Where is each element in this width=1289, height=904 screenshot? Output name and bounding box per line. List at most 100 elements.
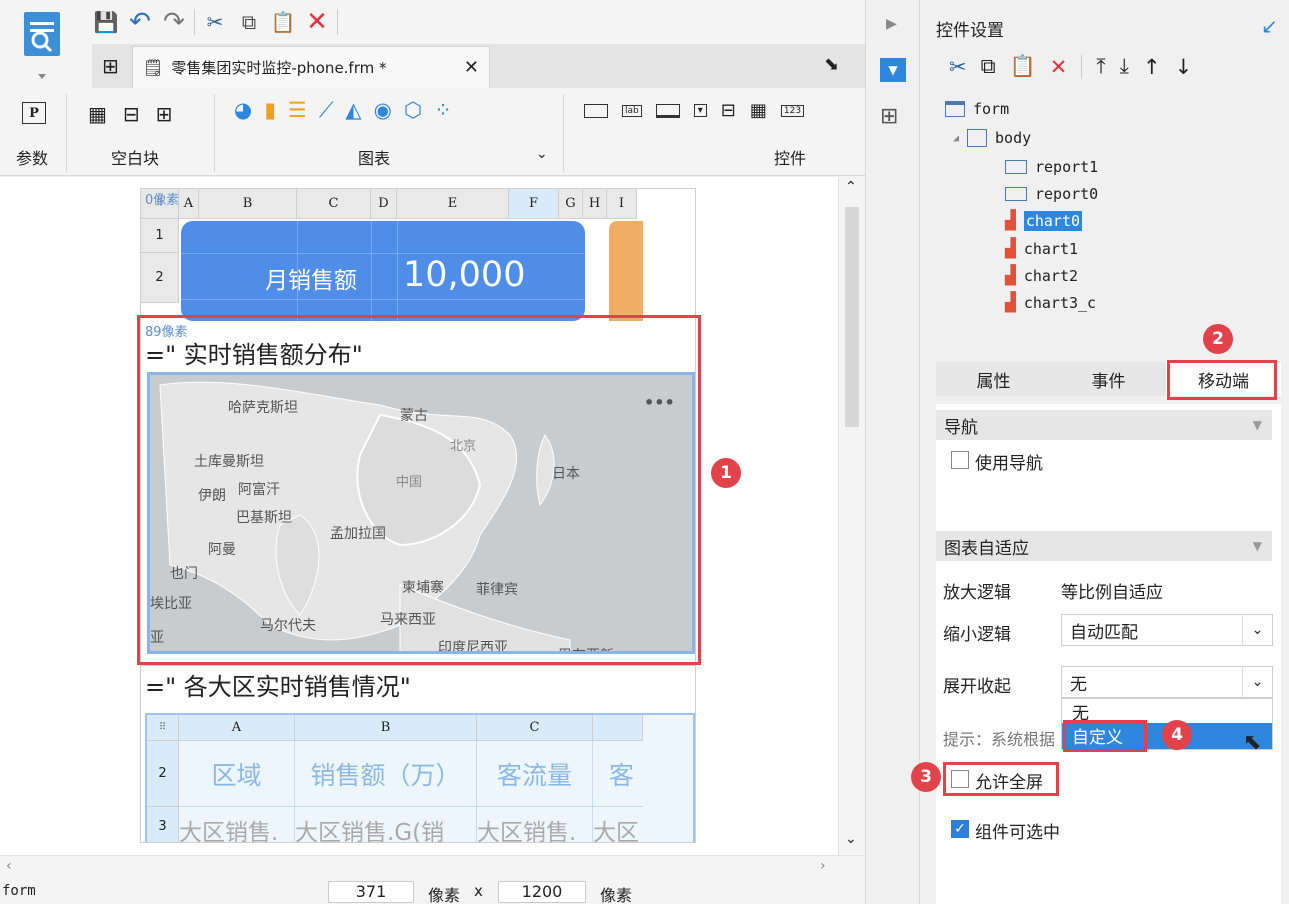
- orange-card[interactable]: [609, 221, 643, 321]
- move-down-icon[interactable]: ↓: [1175, 55, 1193, 79]
- cut-icon[interactable]: ✂: [201, 8, 229, 36]
- tree-item-chart0[interactable]: ▟ chart0: [1005, 210, 1083, 231]
- bar-chart-icon[interactable]: ▮: [264, 98, 276, 123]
- section-chart-adapt[interactable]: 图表自适应 ▼: [936, 531, 1272, 561]
- expand-right-icon[interactable]: ▶: [886, 16, 897, 32]
- file-tab-strip: ⊞ 🗒 零售集团实时监控-phone.frm * ✕ ⬊: [92, 44, 865, 88]
- section-navigation[interactable]: 导航 ▼: [936, 410, 1272, 440]
- report-icon: [1005, 187, 1027, 201]
- side-strip: ▶ ▼ ⊞: [865, 0, 920, 904]
- move-top-icon[interactable]: ⤒: [1096, 54, 1105, 79]
- zoom-out-select[interactable]: 自动匹配 ⌄: [1061, 614, 1273, 646]
- row-header: 3: [147, 807, 179, 842]
- scroll-right-icon[interactable]: ›: [820, 858, 826, 874]
- tree-item-form[interactable]: form: [945, 100, 1009, 118]
- form-icon: [945, 101, 965, 117]
- list-widget-icon[interactable]: ⊟: [721, 100, 736, 121]
- component-panel-icon[interactable]: ⊞: [880, 104, 898, 129]
- collapse-panel-icon[interactable]: ↙: [1261, 14, 1278, 38]
- col-header: C: [477, 715, 593, 741]
- chart-icon: ▟: [1005, 210, 1016, 231]
- widget-settings-icon[interactable]: ▼: [880, 58, 906, 82]
- tree-item-chart3[interactable]: ▟ chart3_c: [1005, 292, 1096, 313]
- scatter-chart-icon[interactable]: ⁘: [434, 98, 452, 123]
- file-tab-label: 零售集团实时监控-phone.frm *: [171, 59, 387, 77]
- use-nav-checkbox[interactable]: [951, 451, 969, 469]
- col-header: C: [297, 189, 371, 219]
- chevron-down-icon[interactable]: ▼: [1253, 418, 1262, 432]
- number-widget-icon[interactable]: 123: [780, 104, 805, 117]
- collapse-triangle-icon[interactable]: ◢: [953, 133, 959, 144]
- col-header: A: [179, 715, 295, 741]
- dropdown-widget-icon[interactable]: ▾: [693, 104, 707, 117]
- date-widget-icon[interactable]: ▦: [750, 100, 767, 121]
- table-header-cell: 客: [593, 741, 643, 807]
- hbar-chart-icon[interactable]: ☰: [288, 98, 307, 123]
- chevron-down-icon: ⌄: [1242, 615, 1272, 645]
- file-tab[interactable]: 🗒 零售集团实时监控-phone.frm * ✕: [132, 46, 490, 88]
- scroll-down-icon[interactable]: ⌄: [845, 831, 857, 847]
- scroll-thumb[interactable]: [845, 207, 859, 427]
- tree-item-chart1[interactable]: ▟ chart1: [1005, 238, 1078, 259]
- chart-icon: ▟: [1005, 238, 1016, 259]
- grid-layout-icon[interactable]: ⊞: [156, 102, 173, 126]
- scroll-left-icon[interactable]: ‹: [6, 858, 12, 874]
- line-chart-icon[interactable]: ⟋: [319, 98, 334, 123]
- move-bottom-icon[interactable]: ⤓: [1120, 54, 1129, 79]
- save-icon[interactable]: 💾: [92, 8, 120, 36]
- copy-icon[interactable]: ⧉: [981, 54, 996, 79]
- tab-properties[interactable]: 属性: [936, 362, 1051, 396]
- delete-icon[interactable]: ✕: [1050, 55, 1068, 79]
- col-header: D: [371, 189, 397, 219]
- textbox-widget-icon[interactable]: [584, 103, 608, 118]
- col-header: B: [199, 189, 297, 219]
- col-header: H: [583, 189, 607, 219]
- cut-icon[interactable]: ✂: [949, 55, 967, 79]
- grid-icon[interactable]: ⊞: [102, 54, 119, 78]
- width-input[interactable]: 371: [328, 881, 414, 903]
- split-layout-icon[interactable]: ⊟: [123, 102, 140, 126]
- redo-icon[interactable]: ↷: [160, 7, 188, 37]
- tree-item-report1[interactable]: report1: [1005, 158, 1098, 176]
- ribbon-group-widget: 控件: [774, 149, 807, 168]
- area-chart-icon[interactable]: ◭: [345, 98, 361, 123]
- row-header: 2: [141, 253, 179, 303]
- table-header-cell: 客流量: [477, 741, 593, 807]
- copy-icon[interactable]: ⧉: [235, 8, 263, 36]
- table-data-cell: 大区销售.: [477, 807, 593, 842]
- tab-events[interactable]: 事件: [1051, 362, 1166, 396]
- tree-item-report0[interactable]: report0: [1005, 185, 1098, 203]
- app-logo-icon[interactable]: [10, 8, 74, 84]
- selection-label: form: [2, 883, 36, 899]
- undo-icon[interactable]: ↶: [126, 7, 154, 37]
- pie-chart-icon[interactable]: ◕: [234, 98, 252, 123]
- scroll-up-icon[interactable]: ⌃: [845, 179, 857, 195]
- delete-icon[interactable]: ✕: [303, 7, 331, 37]
- selectable-checkbox[interactable]: ✓: [951, 820, 969, 838]
- label-widget-icon[interactable]: lab: [622, 104, 642, 117]
- chevron-down-icon[interactable]: ▼: [1253, 539, 1262, 553]
- tree-item-body[interactable]: ◢ body: [953, 129, 1031, 147]
- parameter-icon[interactable]: P: [22, 102, 46, 124]
- horizontal-scrollbar[interactable]: ‹ ›: [0, 855, 865, 879]
- paste-icon[interactable]: 📋: [1010, 54, 1036, 79]
- expand-select[interactable]: 无 ⌄: [1061, 666, 1273, 698]
- height-input[interactable]: 1200: [498, 881, 586, 903]
- vertical-scrollbar[interactable]: ⌃ ⌄: [838, 177, 865, 857]
- gauge-chart-icon[interactable]: ◉: [374, 98, 392, 123]
- button-widget-icon[interactable]: [655, 103, 680, 118]
- chart-icon: ▟: [1005, 292, 1016, 313]
- close-tab-icon[interactable]: ✕: [464, 57, 479, 78]
- ribbon-divider: [66, 94, 67, 172]
- tab-menu-icon[interactable]: ⬊: [824, 54, 839, 75]
- chevron-down-icon[interactable]: ⌄: [536, 146, 548, 162]
- radar-chart-icon[interactable]: ⬡: [404, 98, 422, 123]
- tree-item-chart2[interactable]: ▟ chart2: [1005, 265, 1078, 286]
- move-up-icon[interactable]: ↑: [1143, 55, 1161, 79]
- ribbon-group-blank: 空白块: [111, 149, 160, 168]
- col-header: G: [559, 189, 583, 219]
- block-layout-icon[interactable]: ▦: [88, 102, 107, 126]
- table-report[interactable]: ⠿ A B C 2 3 区域 销售额（万） 客流量 客 大区销售. 大区销售.G…: [145, 713, 695, 842]
- highlight-fullscreen: [943, 762, 1059, 796]
- paste-icon[interactable]: 📋: [269, 8, 297, 36]
